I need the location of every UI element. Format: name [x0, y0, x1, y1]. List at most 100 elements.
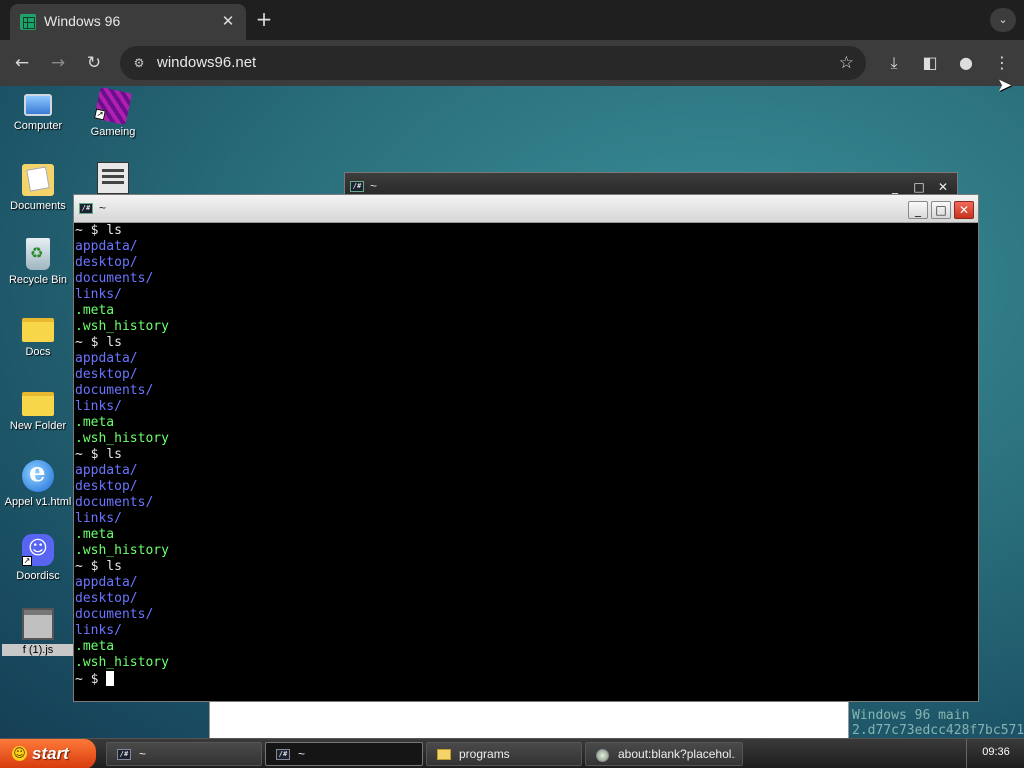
maximize-button[interactable]: □: [931, 201, 951, 219]
background-window-content: [209, 702, 849, 738]
window-titlebar[interactable]: /# ~ _ □ ✕: [74, 195, 978, 223]
desktop-icon-docs[interactable]: Docs: [2, 312, 74, 358]
terminal-file-entry: .wsh_history: [75, 543, 169, 558]
desktop-icon-label: Recycle Bin: [8, 274, 68, 286]
desktop-icon-new-folder[interactable]: New Folder: [2, 386, 74, 432]
tab-windows96[interactable]: Windows 96 ✕: [10, 4, 246, 40]
taskbar: ☺ start /# ~ /# ~ programs about:blank?p…: [0, 738, 1024, 768]
reload-icon[interactable]: ↻: [83, 52, 105, 74]
taskbar-item-label: programs: [459, 747, 510, 761]
desktop-icon-label: Documents: [10, 200, 66, 212]
terminal-directory-entry: appdata/: [75, 239, 138, 254]
taskbar-item-label: about:blank?placehol...: [618, 747, 736, 761]
profile-icon[interactable]: ●: [955, 52, 977, 74]
browser-toolbar: ← → ↻ ⚙ windows96.net ☆ ⤓ ◧ ● ⋮: [0, 40, 1024, 86]
terminal-icon: /#: [276, 749, 290, 760]
mouse-cursor-icon: ➤: [997, 75, 1013, 96]
watermark-line: Windows 96 main: [852, 708, 970, 723]
terminal-file-entry: .wsh_history: [75, 655, 169, 670]
url-text[interactable]: windows96.net: [157, 54, 256, 71]
browser-menu-icon[interactable]: ⋮: [991, 52, 1013, 74]
window-title: ~: [370, 179, 378, 193]
terminal-file-entry: .meta: [75, 303, 115, 318]
terminal-icon: /#: [350, 181, 364, 192]
desktop-icon-appel[interactable]: Appel v1.html: [2, 458, 74, 508]
terminal-directory-entry: appdata/: [75, 351, 138, 366]
desktop-icon-documents[interactable]: Documents: [2, 164, 74, 212]
terminal-directory-entry: links/: [75, 511, 122, 526]
minimize-button[interactable]: _: [908, 201, 928, 219]
terminal-directory-entry: links/: [75, 287, 122, 302]
terminal-directory-entry: documents/: [75, 383, 154, 398]
tab-close-icon[interactable]: ✕: [220, 13, 236, 29]
terminal-directory-entry: appdata/: [75, 575, 138, 590]
window-title: ~: [99, 201, 107, 215]
terminal-icon: /#: [79, 203, 93, 214]
taskbar-item-about-blank[interactable]: about:blank?placehol...: [585, 742, 743, 766]
terminal-file-entry: .wsh_history: [75, 431, 169, 446]
terminal-directory-entry: links/: [75, 399, 122, 414]
documents-icon: [22, 164, 54, 196]
windows96-favicon-icon: [20, 14, 36, 30]
back-arrow-icon[interactable]: ←: [11, 52, 33, 74]
desktop-icon-label: Computer: [13, 120, 63, 132]
start-label: start: [32, 744, 69, 763]
text-cursor: [106, 671, 115, 686]
terminal-directory-entry: desktop/: [75, 591, 138, 606]
gaming-icon: ↗: [94, 87, 132, 125]
desktop-icon-label: Appel v1.html: [4, 496, 72, 508]
taskbar-item-programs[interactable]: programs: [426, 742, 582, 766]
internet-explorer-icon: [22, 458, 54, 492]
desktop-icon-doordisc[interactable]: ↗ Doordisc: [2, 534, 74, 582]
taskbar-item-terminal[interactable]: /# ~: [106, 742, 262, 766]
clock: 09:36: [982, 746, 1010, 758]
recycle-bin-icon: [26, 238, 50, 270]
taskbar-item-label: ~: [298, 747, 306, 761]
folder-icon: [437, 749, 451, 760]
window-file-icon: [22, 608, 54, 640]
terminal-prompt-line: ~ $: [75, 671, 978, 687]
taskbar-item-terminal-active[interactable]: /# ~: [265, 742, 423, 766]
desktop-icon-label: Gameing: [90, 126, 136, 138]
address-bar[interactable]: ⚙ windows96.net ☆: [120, 46, 866, 80]
site-info-icon[interactable]: ⚙: [130, 54, 148, 72]
desktop-icon-label: Doordisc: [16, 570, 60, 582]
terminal-file-entry: .meta: [75, 527, 115, 542]
smiley-icon: ☺: [12, 746, 27, 761]
side-panel-icon[interactable]: ◧: [919, 52, 941, 74]
start-button[interactable]: ☺ start: [0, 739, 96, 768]
forward-arrow-icon[interactable]: →: [47, 52, 69, 74]
bookmark-star-icon[interactable]: ☆: [839, 53, 854, 73]
terminal-file-entry: .meta: [75, 415, 115, 430]
terminal-icon: /#: [117, 749, 131, 760]
tab-title: Windows 96: [44, 13, 121, 29]
web-page-icon: [596, 749, 609, 762]
watermark-line: 2.d77c73edcc428f7bc571: [852, 723, 1024, 738]
application-icon: [97, 162, 129, 194]
terminal-command-line: ~ $ ls: [75, 559, 122, 574]
terminal-directory-entry: desktop/: [75, 479, 138, 494]
new-tab-button[interactable]: +: [254, 9, 274, 29]
download-icon[interactable]: ⤓: [883, 52, 905, 74]
desktop[interactable]: Computer ↗ Gameing Documents Recycle Bin…: [0, 86, 1024, 738]
terminal-command-line: ~ $ ls: [75, 447, 122, 462]
terminal-directory-entry: desktop/: [75, 367, 138, 382]
taskbar-item-label: ~: [139, 747, 147, 761]
terminal-directory-entry: desktop/: [75, 255, 138, 270]
close-button[interactable]: ✕: [954, 201, 974, 219]
desktop-icon-recycle-bin[interactable]: Recycle Bin: [2, 238, 74, 286]
desktop-icon-gameing[interactable]: ↗ Gameing: [77, 87, 149, 138]
terminal-window[interactable]: /# ~ _ □ ✕ ~ $ ls appdata/desktop/documen…: [73, 194, 979, 702]
desktop-icon-f1js[interactable]: f (1).js: [2, 608, 74, 656]
terminal-output[interactable]: ~ $ ls appdata/desktop/documents/links/.m…: [74, 223, 978, 701]
computer-icon: [24, 94, 52, 116]
terminal-directory-entry: documents/: [75, 271, 154, 286]
discord-icon: ↗: [22, 534, 54, 566]
terminal-directory-entry: documents/: [75, 495, 154, 510]
desktop-icon-computer[interactable]: Computer: [2, 90, 74, 132]
tab-search-button[interactable]: ⌄: [990, 8, 1016, 32]
desktop-icon-app-partial[interactable]: [77, 162, 149, 194]
desktop-icon-label: New Folder: [9, 420, 67, 432]
desktop-icon-label: f (1).js: [2, 644, 74, 656]
terminal-command-line: ~ $ ls: [75, 335, 122, 350]
